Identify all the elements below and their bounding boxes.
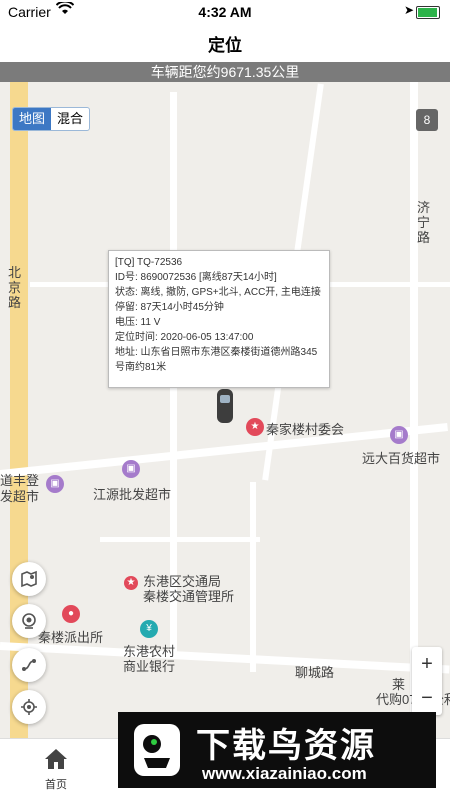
info-line-name: [TQ] TQ-72536 (115, 257, 183, 268)
watermark-text: 下载鸟资源 (196, 727, 376, 765)
poi-jiangyuan-icon[interactable]: ▣ (122, 460, 140, 478)
beijing-road (10, 82, 28, 738)
poi-yuanda-icon[interactable]: ▣ (390, 426, 408, 444)
poi-police-icon[interactable]: ● (62, 605, 80, 623)
track-playback-button[interactable] (12, 648, 46, 682)
nav-bar: 定位 (0, 26, 450, 62)
clock: 4:32 AM (198, 4, 252, 20)
info-line-id: ID号: 8690072536 [离线87天14小时] (115, 272, 277, 283)
watermark: 下载鸟资源 www.xiazainiao.com (118, 712, 436, 788)
distance-banner: 车辆距您约9671.35公里 (0, 62, 450, 82)
poi-qinjialou[interactable]: 秦家楼村委会 (266, 419, 344, 438)
camera-icon (22, 613, 36, 629)
zoom-in-button[interactable]: + (412, 647, 442, 681)
zoom-out-button[interactable]: − (412, 681, 442, 715)
road-label-jining: 济宁路 (417, 200, 431, 245)
info-line-voltage: 电压: 11 V (115, 317, 161, 328)
info-line-time: 定位时间: 2020-06-05 13:47:00 (115, 332, 254, 343)
poi-yuanda[interactable]: 远大百货超市 (362, 448, 440, 467)
info-line-address: 地址: 山东省日照市东港区秦楼街道德州路345号南约81米 (115, 347, 318, 373)
my-location-button[interactable] (12, 690, 46, 724)
poi-transport-icon[interactable]: ★ (124, 576, 138, 590)
road-label-liaocheng: 聊城路 (295, 665, 335, 680)
map-badge: 8 (416, 109, 438, 131)
map-layers-button[interactable] (12, 562, 46, 596)
info-line-status: 状态: 离线, 撤防, GPS+北斗, ACC开, 主电连接 (115, 287, 321, 298)
watermark-url: www.xiazainiao.com (202, 764, 367, 783)
route-icon (22, 659, 36, 671)
road-label-beijing: 北京路 (8, 265, 22, 310)
poi-bank-icon[interactable]: ¥ (140, 620, 158, 638)
poi-bank-2[interactable]: 商业银行 (123, 656, 175, 675)
tab-home-label: 首页 (45, 779, 67, 791)
road-segment (100, 537, 260, 542)
home-icon (45, 749, 67, 769)
page-title: 定位 (208, 36, 242, 55)
battery-icon (416, 6, 440, 19)
crosshair-icon (21, 699, 37, 715)
watermark-logo-icon (134, 724, 180, 776)
poi-faechaoshi[interactable]: 发超市 (0, 486, 39, 505)
road-segment (250, 482, 256, 672)
road-segment (410, 82, 418, 738)
status-bar: Carrier 4:32 AM ➤ (0, 0, 450, 26)
vehicle-info-popup[interactable]: [TQ] TQ-72536 ID号: 8690072536 [离线87天14小时… (108, 250, 330, 388)
vehicle-marker-icon[interactable] (217, 389, 233, 423)
map-type-standard[interactable]: 地图 (13, 108, 52, 130)
poi-jiangyuan[interactable]: 江源批发超市 (93, 484, 171, 503)
poi-qinjialou-icon[interactable]: ★ (246, 418, 264, 436)
tab-home[interactable]: 首页 (36, 747, 76, 792)
camera-button[interactable] (12, 604, 46, 638)
zoom-control[interactable]: + − (412, 647, 442, 715)
poi-police[interactable]: 秦楼派出所 (38, 627, 103, 646)
poi-daofengdeng-icon[interactable]: ▣ (46, 475, 64, 493)
map-type-toggle[interactable]: 地图 混合 (12, 107, 91, 131)
map-layers-icon (21, 570, 37, 588)
map-view[interactable]: 地图 混合 8 济宁路 北京路 ★ 秦家楼村委会 ▣ 远大百货超市 ▣ 江源批发… (0, 82, 450, 738)
poi-transport-2[interactable]: 秦楼交通管理所 (143, 586, 234, 605)
map-type-hybrid[interactable]: 混合 (51, 108, 89, 130)
location-arrow-icon: ➤ (403, 3, 414, 17)
road-segment (0, 642, 450, 674)
info-line-stay: 停留: 87天14小时45分钟 (115, 302, 224, 313)
